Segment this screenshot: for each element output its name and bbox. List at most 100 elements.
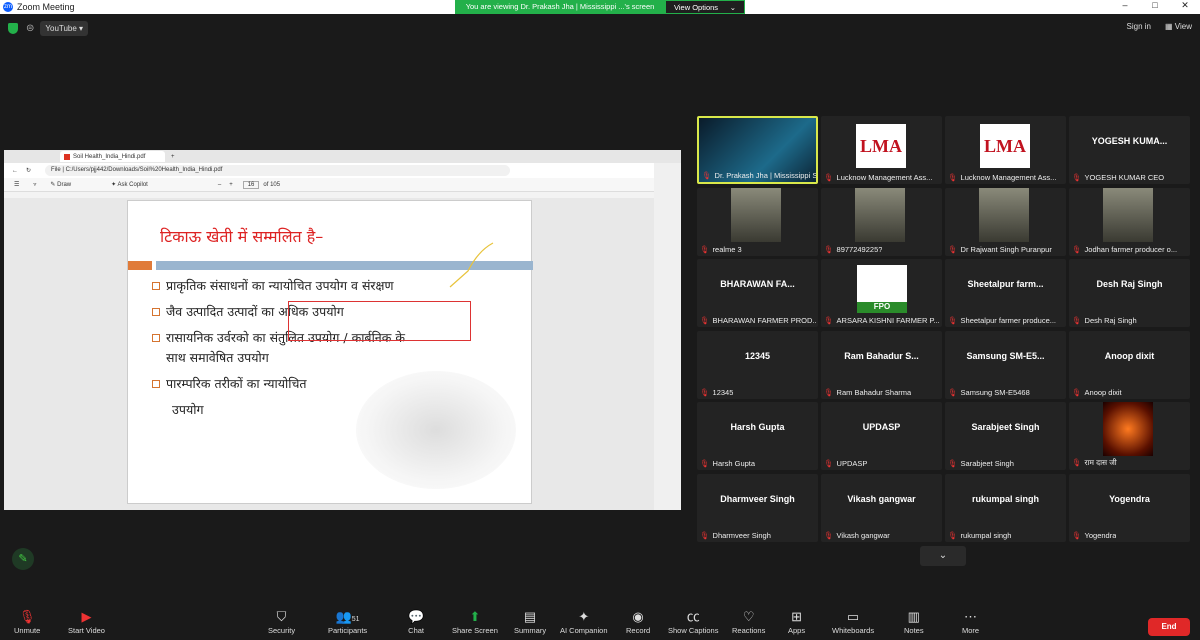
participant-display-name: Yogendra	[1109, 493, 1150, 504]
zoom-out-icon[interactable]: –	[218, 182, 221, 188]
unmute-button[interactable]: 🎙 Unmute	[14, 608, 40, 635]
participant-name: Sheetalpur farmer produce...	[960, 316, 1056, 325]
muted-mic-icon: 🎙	[700, 244, 710, 254]
participant-tile[interactable]: 🎙 8977249225?	[821, 187, 942, 256]
browser-tab[interactable]: Soil Health_India_Hindi.pdf	[60, 151, 165, 162]
participant-tile[interactable]: Desh Raj Singh 🎙 Desh Raj Singh	[1069, 259, 1190, 327]
avatar	[1103, 187, 1153, 242]
address-bar[interactable]: File | C:/Users/pjj442/Downloads/Soil%20…	[45, 165, 511, 176]
chat-icon: 💬	[408, 609, 425, 624]
more-button[interactable]: ⋯ More	[962, 608, 979, 635]
participant-tile[interactable]: 🎙 Dr. Prakash Jha | Mississippi S...	[697, 116, 818, 184]
start-video-label: Start Video	[68, 626, 105, 635]
zoom-in-icon[interactable]: +	[229, 182, 233, 188]
participant-tile[interactable]: Sheetalpur farm... 🎙 Sheetalpur farmer pro…	[945, 259, 1066, 327]
whiteboards-label: Whiteboards	[832, 626, 875, 635]
participant-tile[interactable]: Harsh Gupta 🎙 Harsh Gupta	[697, 402, 818, 470]
participant-tile[interactable]: UPDASP 🎙 UPDASP	[821, 402, 942, 470]
reload-icon[interactable]: ↻	[26, 167, 31, 174]
close-button[interactable]: ✕	[1170, 0, 1200, 11]
apps-button[interactable]: ⊞ Apps	[788, 608, 805, 635]
participant-label: 🎙 8977249225?	[824, 245, 882, 254]
browser-tabstrip: Soil Health_India_Hindi.pdf +	[4, 150, 681, 163]
participant-tile[interactable]: FPO 🎙 ARSARA KISHNI FARMER P...	[821, 259, 942, 327]
participant-label: 🎙 Harsh Gupta	[700, 459, 755, 468]
participant-tile[interactable]: 🎙 राम दास जी	[1069, 402, 1190, 470]
participant-name: YOGESH KUMAR CEO	[1084, 173, 1165, 182]
participant-label: 🎙 rukumpal singh	[948, 531, 1011, 540]
maximize-button[interactable]: □	[1140, 0, 1170, 11]
copilot-button[interactable]: ✦ Ask Copilot	[111, 181, 148, 188]
notes-label: Notes	[904, 626, 924, 635]
participant-name: 12345	[712, 387, 734, 397]
draw-button[interactable]: ✎ Draw	[50, 181, 71, 188]
end-button[interactable]: End	[1148, 618, 1190, 636]
record-button[interactable]: ◉ Record	[626, 608, 650, 635]
participant-tile[interactable]: 🎙 Jodhan farmer producer o...	[1069, 187, 1190, 256]
participant-tile[interactable]: 🎙 realme 3	[697, 187, 818, 256]
participant-display-name: YOGESH KUMA...	[1091, 136, 1168, 146]
participant-tile[interactable]: Anoop dixit 🎙 Anoop dixit	[1069, 330, 1190, 399]
window-title: Zoom Meeting	[17, 2, 75, 12]
sign-in-button[interactable]: Sign in	[1127, 22, 1151, 31]
reactions-label: Reactions	[732, 626, 766, 635]
participant-display-name: UPDASP	[862, 422, 901, 432]
participant-display-name: Desh Raj Singh	[1096, 279, 1163, 289]
participant-tile[interactable]: Vikash gangwar 🎙 Vikash gangwar	[821, 473, 942, 542]
participant-tile[interactable]: Ram Bahadur S... 🎙 Ram Bahadur Sharma	[821, 330, 942, 399]
chat-label: Chat	[408, 626, 425, 635]
back-icon[interactable]: ←	[12, 168, 18, 174]
security-button[interactable]: ⛉ Security	[268, 608, 295, 635]
notes-button[interactable]: ▥ Notes	[904, 608, 924, 635]
participant-display-name: Dharmveer Singh	[720, 493, 795, 504]
participant-label: 🎙 BHARAWAN FARMER PROD...	[700, 316, 816, 325]
avatar	[979, 187, 1029, 242]
participants-icon: 👥51	[335, 609, 360, 624]
highlight-icon[interactable]: ▿	[33, 181, 36, 188]
live-stream-icon[interactable]: ⊜	[26, 23, 34, 34]
start-video-button[interactable]: ▶ Start Video	[68, 608, 105, 635]
view-button[interactable]: ▦ View	[1165, 22, 1192, 31]
chat-button[interactable]: 💬 Chat	[408, 608, 424, 635]
participant-tile[interactable]: BHARAWAN FA... 🎙 BHARAWAN FARMER PROD...	[697, 259, 818, 327]
participant-tile[interactable]: 🎙 Dr Rajwant Singh Puranpur	[945, 187, 1066, 256]
participant-label: 🎙 Ram Bahadur Sharma	[824, 388, 911, 397]
summary-button[interactable]: ▤ Summary	[514, 608, 546, 635]
participant-name: Dharmveer Singh	[712, 530, 771, 540]
new-tab-icon[interactable]: +	[171, 154, 175, 160]
participant-label: 🎙 Sarabjeet Singh	[948, 459, 1014, 468]
participant-tile[interactable]: Yogendra 🎙 Yogendra	[1069, 473, 1190, 542]
ai-companion-button[interactable]: ✦ AI Companion	[560, 608, 608, 635]
participant-tile[interactable]: LMA 🎙 Lucknow Management Ass...	[821, 116, 942, 184]
whiteboards-button[interactable]: ▭ Whiteboards	[832, 608, 874, 635]
reactions-button[interactable]: ♡ Reactions	[732, 608, 765, 635]
participants-button[interactable]: 👥51 Participants	[328, 608, 367, 635]
annotate-pen-icon[interactable]: ✎	[12, 548, 34, 570]
page-number-input[interactable]: 16	[242, 180, 260, 189]
encryption-shield-icon[interactable]	[8, 22, 18, 34]
participant-tile[interactable]: LMA 🎙 Lucknow Management Ass...	[945, 116, 1066, 184]
muted-mic-icon: 🎙	[1072, 458, 1082, 467]
view-options-label: View Options	[674, 3, 719, 12]
participant-tile[interactable]: Sarabjeet Singh 🎙 Sarabjeet Singh	[945, 402, 1066, 470]
participant-tile[interactable]: 12345 🎙 12345	[697, 330, 818, 399]
muted-mic-icon: 🎙	[824, 459, 834, 468]
minimize-button[interactable]: –	[1110, 0, 1140, 11]
participant-tile[interactable]: Dharmveer Singh 🎙 Dharmveer Singh	[697, 473, 818, 542]
participant-tile[interactable]: Samsung SM-E5... 🎙 Samsung SM-E5468	[945, 330, 1066, 399]
expand-gallery-button[interactable]: ⌄	[920, 546, 966, 566]
captions-button[interactable]: ㏄ Show Captions	[668, 608, 718, 635]
share-screen-button[interactable]: ⬆ Share Screen	[452, 608, 498, 635]
pdf-slide: टिकाऊ खेती में सम्मलित है– प्राकृतिक संस…	[127, 200, 533, 504]
participant-label: 🎙 Lucknow Management Ass...	[824, 173, 932, 182]
participant-name: Harsh Gupta	[712, 459, 756, 468]
view-options-button[interactable]: View Options ⌄	[665, 0, 745, 14]
participant-tile[interactable]: YOGESH KUMA... 🎙 YOGESH KUMAR CEO	[1069, 116, 1190, 184]
captions-label: Show Captions	[668, 626, 719, 635]
participant-label: 🎙 Dharmveer Singh	[700, 531, 771, 540]
contents-icon[interactable]: ☰	[14, 181, 19, 188]
youtube-stream-button[interactable]: YouTube ▾	[40, 20, 89, 36]
slide-title: टिकाऊ खेती में सम्मलित है–	[160, 227, 324, 246]
participant-tile[interactable]: rukumpal singh 🎙 rukumpal singh	[945, 473, 1066, 542]
participant-name: ARSARA KISHNI FARMER P...	[836, 316, 940, 325]
